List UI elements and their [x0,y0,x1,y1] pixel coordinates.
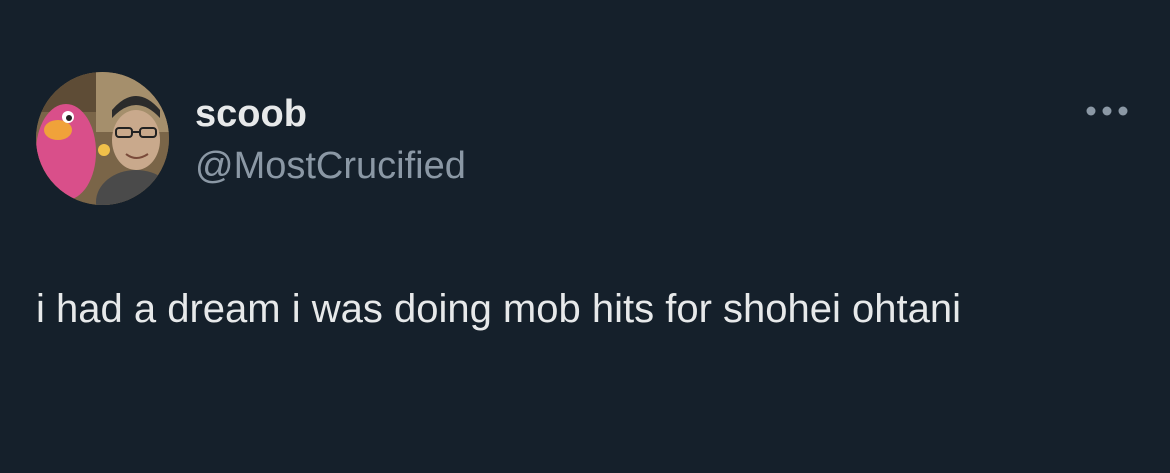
avatar[interactable] [36,72,169,205]
tweet: scoob @MostCrucified i had a dream i was… [0,0,1170,473]
display-name[interactable]: scoob [195,88,307,140]
avatar-photo [36,72,169,205]
ellipsis-icon [1086,106,1128,116]
user-handle[interactable]: @MostCrucified [195,140,466,192]
tweet-text: i had a dream i was doing mob hits for s… [36,287,961,331]
more-options-button[interactable] [1082,96,1132,126]
